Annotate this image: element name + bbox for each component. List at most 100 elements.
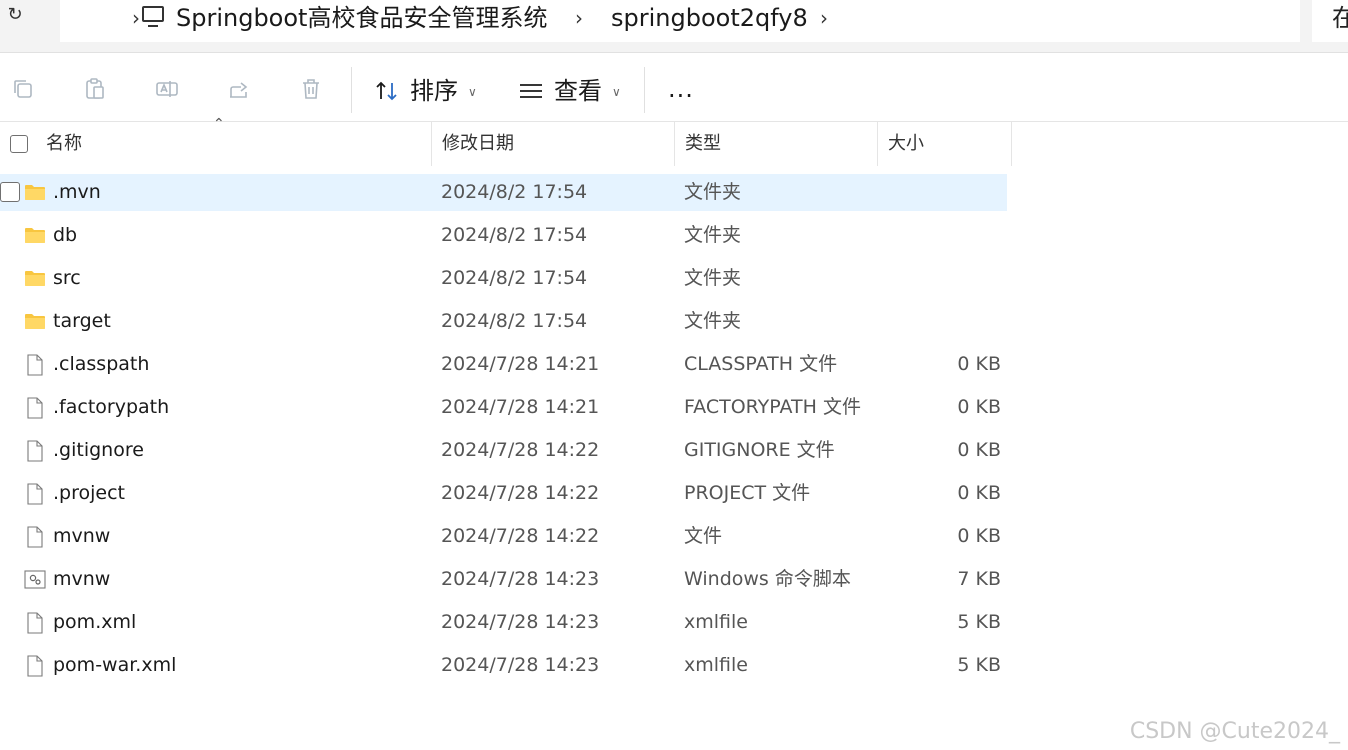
- toolbar-divider: [644, 67, 645, 113]
- select-all-checkbox[interactable]: [10, 135, 28, 153]
- file-row[interactable]: .factorypath 2024/7/28 14:21 FACTORYPATH 文…: [0, 389, 1007, 426]
- view-icon: [520, 84, 542, 98]
- command-bar: 排序 ∨ 查看 ∨ ...: [0, 53, 1348, 122]
- file-type: xmlfile: [684, 654, 748, 676]
- folder-icon: [24, 225, 46, 245]
- file-modified: 2024/7/28 14:23: [441, 611, 600, 633]
- row-checkbox[interactable]: [0, 182, 20, 202]
- file-icon: [24, 483, 46, 505]
- copy-icon[interactable]: [11, 77, 35, 101]
- sort-label: 排序: [410, 77, 458, 105]
- file-row[interactable]: mvnw 2024/7/28 14:23 Windows 命令脚本 7 KB: [0, 561, 1007, 598]
- title-bar: ↻ › Springboot高校食品安全管理系统 › springboot2qf…: [0, 0, 1348, 53]
- share-icon[interactable]: [227, 77, 251, 101]
- file-modified: 2024/7/28 14:21: [441, 353, 600, 375]
- file-modified: 2024/7/28 14:22: [441, 525, 600, 547]
- file-size: 0 KB: [957, 525, 1001, 547]
- rename-icon[interactable]: [155, 77, 179, 101]
- sort-button[interactable]: 排序 ∨: [374, 75, 477, 107]
- file-name: pom-war.xml: [53, 654, 177, 676]
- file-type: xmlfile: [684, 611, 748, 633]
- file-type: GITIGNORE 文件: [684, 439, 835, 461]
- more-options-button[interactable]: ...: [668, 77, 694, 101]
- file-icon: [24, 397, 46, 419]
- file-modified: 2024/7/28 14:23: [441, 654, 600, 676]
- breadcrumb-project-folder[interactable]: Springboot高校食品安全管理系统: [176, 2, 547, 34]
- script-icon: [24, 569, 46, 589]
- file-row[interactable]: mvnw 2024/7/28 14:22 文件 0 KB: [0, 518, 1007, 555]
- file-modified: 2024/8/2 17:54: [441, 310, 588, 332]
- column-header-row: ⌃ 名称 修改日期 类型 大小: [0, 116, 1012, 166]
- file-type: 文件夹: [684, 267, 742, 289]
- file-name: src: [53, 267, 81, 289]
- file-row[interactable]: pom-war.xml 2024/7/28 14:23 xmlfile 5 KB: [0, 647, 1007, 684]
- file-type: 文件夹: [684, 224, 742, 246]
- file-row[interactable]: .gitignore 2024/7/28 14:22 GITIGNORE 文件 0 K…: [0, 432, 1007, 469]
- this-pc-icon[interactable]: [142, 6, 164, 27]
- folder-icon: [24, 182, 46, 202]
- chevron-right-icon[interactable]: ›: [575, 2, 583, 34]
- folder-icon: [24, 268, 46, 288]
- file-name: db: [53, 224, 78, 246]
- file-modified: 2024/8/2 17:54: [441, 181, 588, 203]
- address-bar[interactable]: › Springboot高校食品安全管理系统 › springboot2qfy8…: [60, 0, 1300, 42]
- paste-icon[interactable]: [83, 77, 107, 101]
- file-row[interactable]: db 2024/8/2 17:54 文件夹: [0, 217, 1007, 254]
- search-input[interactable]: 在: [1312, 0, 1348, 42]
- chevron-down-icon: ∨: [612, 85, 621, 99]
- file-type: CLASSPATH 文件: [684, 353, 838, 375]
- file-name: .mvn: [53, 181, 101, 203]
- file-type: 文件夹: [684, 310, 742, 332]
- file-type: Windows 命令脚本: [684, 568, 851, 590]
- file-row[interactable]: target 2024/8/2 17:54 文件夹: [0, 303, 1007, 340]
- file-modified: 2024/8/2 17:54: [441, 224, 588, 246]
- breadcrumb-current-folder[interactable]: springboot2qfy8: [611, 2, 808, 34]
- sort-icon: [376, 81, 397, 101]
- folder-icon: [24, 311, 46, 331]
- file-size: 5 KB: [957, 611, 1001, 633]
- file-row[interactable]: .project 2024/7/28 14:22 PROJECT 文件 0 KB: [0, 475, 1007, 512]
- file-modified: 2024/7/28 14:21: [441, 396, 600, 418]
- file-modified: 2024/8/2 17:54: [441, 267, 588, 289]
- file-size: 7 KB: [957, 568, 1001, 590]
- file-name: pom.xml: [53, 611, 137, 633]
- file-size: 0 KB: [957, 482, 1001, 504]
- watermark: CSDN @Cute2024_: [1129, 719, 1340, 744]
- file-type: 文件夹: [684, 181, 742, 203]
- file-modified: 2024/7/28 14:22: [441, 482, 600, 504]
- view-label: 查看: [554, 77, 602, 105]
- file-icon: [24, 612, 46, 634]
- file-row[interactable]: .classpath 2024/7/28 14:21 CLASSPATH 文件 0 K…: [0, 346, 1007, 383]
- column-header-name[interactable]: 名称: [36, 122, 432, 166]
- file-name: mvnw: [53, 568, 111, 590]
- toolbar-divider: [351, 67, 352, 113]
- file-name: .factorypath: [53, 396, 170, 418]
- file-row[interactable]: .mvn 2024/8/2 17:54 文件夹: [0, 174, 1007, 211]
- file-size: 0 KB: [957, 353, 1001, 375]
- file-type: FACTORYPATH 文件: [684, 396, 861, 418]
- delete-icon[interactable]: [299, 77, 323, 101]
- file-type: PROJECT 文件: [684, 482, 811, 504]
- file-icon: [24, 440, 46, 462]
- file-name: .classpath: [53, 353, 150, 375]
- chevron-right-icon[interactable]: ›: [132, 2, 140, 34]
- file-modified: 2024/7/28 14:22: [441, 439, 600, 461]
- file-row[interactable]: pom.xml 2024/7/28 14:23 xmlfile 5 KB: [0, 604, 1007, 641]
- file-name: .gitignore: [53, 439, 144, 461]
- file-name: target: [53, 310, 111, 332]
- view-button[interactable]: 查看 ∨: [518, 75, 621, 107]
- column-header-type[interactable]: 类型: [675, 122, 878, 166]
- file-icon: [24, 354, 46, 376]
- column-header-size[interactable]: 大小: [878, 122, 1012, 166]
- refresh-icon[interactable]: ↻: [4, 4, 26, 26]
- column-header-modified[interactable]: 修改日期: [432, 122, 675, 166]
- file-size: 0 KB: [957, 396, 1001, 418]
- file-row[interactable]: src 2024/8/2 17:54 文件夹: [0, 260, 1007, 297]
- file-size: 5 KB: [957, 654, 1001, 676]
- file-icon: [24, 655, 46, 677]
- chevron-right-icon[interactable]: ›: [820, 2, 828, 34]
- file-type: 文件: [684, 525, 723, 547]
- file-name: .project: [53, 482, 125, 504]
- chevron-down-icon: ∨: [468, 85, 477, 99]
- file-size: 0 KB: [957, 439, 1001, 461]
